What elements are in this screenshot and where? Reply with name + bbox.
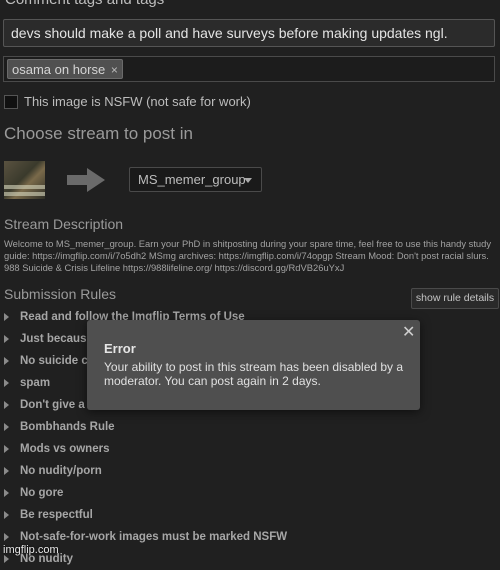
expand-triangle-icon [4, 489, 9, 497]
tag-chip[interactable]: osama on horse × [7, 59, 123, 79]
submission-rules-heading: Submission Rules [4, 286, 117, 302]
rule-item[interactable]: Mods vs owners [4, 438, 494, 460]
rule-item[interactable]: No nudity [4, 548, 494, 570]
arrow-right-icon [67, 168, 105, 192]
error-dialog-message: Your ability to post in this stream has … [104, 360, 404, 388]
expand-triangle-icon [4, 511, 9, 519]
rule-label: Not-safe-for-work images must be marked … [20, 531, 288, 543]
expand-triangle-icon [4, 357, 9, 365]
rule-item[interactable]: Not-safe-for-work images must be marked … [4, 526, 494, 548]
rule-label: No suicide c [20, 355, 88, 367]
rule-item[interactable]: No gore [4, 482, 494, 504]
expand-triangle-icon [4, 335, 9, 343]
expand-triangle-icon [4, 313, 9, 321]
stream-select[interactable]: MS_memer_group [129, 167, 262, 192]
nsfw-row: This image is NSFW (not safe for work) [4, 94, 251, 109]
rule-label: No nudity/porn [20, 465, 102, 477]
rule-item[interactable]: Bombhands Rule [4, 416, 494, 438]
stream-heading: Choose stream to post in [4, 124, 193, 143]
rule-label: Don't give a [20, 399, 85, 411]
rule-label: No gore [20, 487, 64, 499]
tag-label: osama on horse [12, 62, 106, 77]
close-icon[interactable]: ✕ [402, 322, 415, 342]
error-dialog-title: Error [104, 341, 136, 356]
rule-item[interactable]: No nudity/porn [4, 460, 494, 482]
nsfw-label: This image is NSFW (not safe for work) [24, 94, 251, 109]
imgflip-watermark: imgflip.com [3, 544, 59, 556]
rule-label: Be respectful [20, 509, 93, 521]
title-input[interactable]: devs should make a poll and have surveys… [3, 19, 495, 47]
rule-label: Bombhands Rule [20, 421, 115, 433]
nsfw-checkbox[interactable] [4, 94, 18, 109]
chevron-down-icon [244, 178, 252, 183]
expand-triangle-icon [4, 555, 9, 563]
remove-tag-icon[interactable]: × [111, 63, 118, 77]
rule-item[interactable]: Be respectful [4, 504, 494, 526]
rule-label: spam [20, 377, 51, 389]
expand-triangle-icon [4, 445, 9, 453]
expand-triangle-icon [4, 423, 9, 431]
section-heading-cut: Comment tags and tags [5, 0, 164, 8]
error-dialog: ✕ Error Your ability to post in this str… [87, 320, 420, 410]
expand-triangle-icon [4, 401, 9, 409]
stream-description-heading: Stream Description [4, 216, 124, 232]
expand-triangle-icon [4, 467, 9, 475]
rule-label: Just becaus [20, 333, 87, 345]
rule-label: Mods vs owners [20, 443, 110, 455]
meme-thumbnail [4, 161, 45, 199]
tags-input[interactable]: osama on horse × [3, 56, 495, 82]
stream-description: Welcome to MS_memer_group. Earn your PhD… [4, 238, 492, 273]
expand-triangle-icon [4, 379, 9, 387]
expand-triangle-icon [4, 533, 9, 541]
stream-select-value: MS_memer_group [138, 172, 246, 187]
